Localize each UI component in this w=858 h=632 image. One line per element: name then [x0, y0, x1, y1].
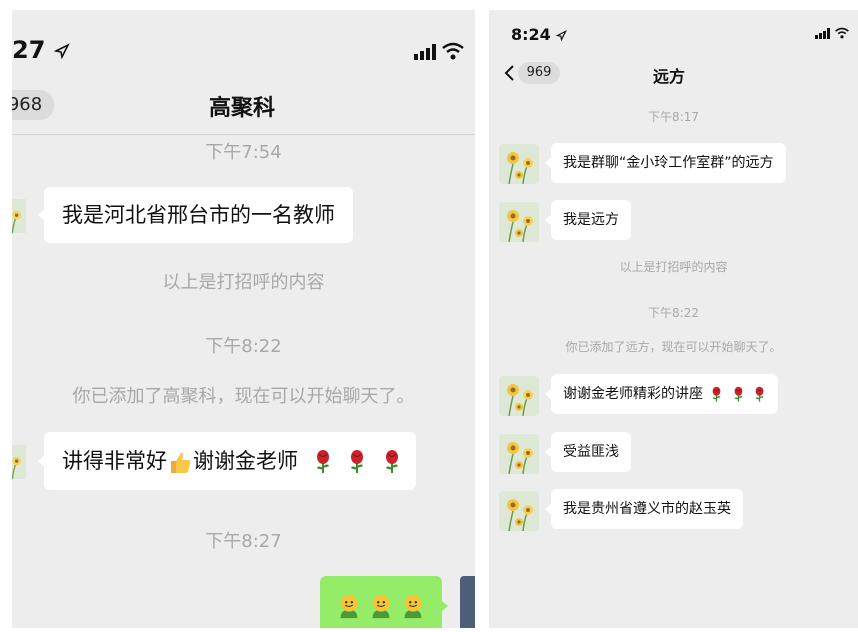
contact-avatar[interactable]	[499, 144, 539, 184]
smiley-icon	[399, 592, 427, 620]
message-bubble[interactable]: 我是河北省邢台市的一名教师	[44, 187, 353, 243]
chat-title: 高聚科	[208, 96, 275, 121]
rose-icon	[313, 449, 333, 475]
system-message: 你已添加了远方，现在可以开始聊天了。	[565, 340, 782, 354]
message-text: 谢谢金老师精彩的讲座	[563, 386, 703, 402]
smiley-icon	[367, 592, 395, 620]
location-arrow-icon	[53, 43, 70, 60]
system-message: 你已添加了高聚科，现在可以开始聊天了。	[72, 386, 415, 407]
signal-icon	[815, 28, 830, 39]
status-time: 8:24	[511, 25, 568, 44]
rose-icon	[732, 386, 745, 403]
contact-avatar[interactable]	[499, 376, 539, 416]
nav-divider	[12, 134, 475, 135]
timestamp: 下午7:54	[205, 142, 282, 163]
rose-icon	[347, 449, 367, 475]
smiley-icon	[335, 592, 363, 620]
wifi-icon	[835, 27, 849, 39]
message-text: 谢谢金老师	[193, 449, 298, 473]
message-bubble[interactable]: 我是贵州省遵义市的赵玉英	[551, 489, 743, 529]
timestamp: 下午8:22	[648, 306, 699, 320]
message-bubble[interactable]: 受益匪浅	[551, 432, 631, 472]
system-message: 以上是打招呼的内容	[162, 272, 325, 293]
back-button[interactable]: 968	[12, 90, 54, 120]
timestamp: 下午8:27	[205, 531, 282, 552]
message-bubble[interactable]: 讲得非常好 谢谢金老师	[44, 432, 417, 490]
contact-avatar[interactable]	[499, 202, 539, 242]
contact-avatar[interactable]	[499, 491, 539, 531]
rose-icon	[382, 449, 402, 475]
own-avatar[interactable]	[460, 576, 475, 628]
rose-icon	[710, 386, 723, 403]
back-button[interactable]: 969	[518, 62, 560, 84]
chat-window-left: 27 968 高聚科 下午7:54 我是河北省邢台市的一名教师 以上是打招呼的内…	[12, 10, 475, 628]
contact-avatar[interactable]	[499, 434, 539, 474]
timestamp: 下午8:22	[205, 336, 282, 357]
thumbs-up-icon	[171, 452, 191, 473]
contact-avatar[interactable]	[12, 434, 26, 490]
status-time: 27	[12, 36, 70, 64]
back-chevron-icon[interactable]	[503, 64, 515, 82]
chat-window-right: 8:24 969 远方 下午8:17 我是群聊“金小玲工作室群”的远方 我是远方…	[489, 10, 858, 628]
message-bubble[interactable]: 我是群聊“金小玲工作室群”的远方	[551, 143, 786, 183]
location-arrow-icon	[555, 29, 568, 42]
signal-icon	[414, 44, 436, 60]
timestamp: 下午8:17	[648, 110, 699, 124]
rose-icon	[753, 386, 766, 403]
wifi-icon	[442, 42, 464, 60]
message-bubble[interactable]: 我是远方	[551, 200, 631, 240]
own-message-bubble[interactable]	[320, 576, 442, 628]
contact-avatar[interactable]	[12, 188, 26, 244]
message-bubble[interactable]: 谢谢金老师精彩的讲座	[551, 374, 779, 414]
message-text: 讲得非常好	[62, 449, 167, 473]
system-message: 以上是打招呼的内容	[619, 260, 728, 274]
chat-title: 远方	[652, 67, 685, 86]
